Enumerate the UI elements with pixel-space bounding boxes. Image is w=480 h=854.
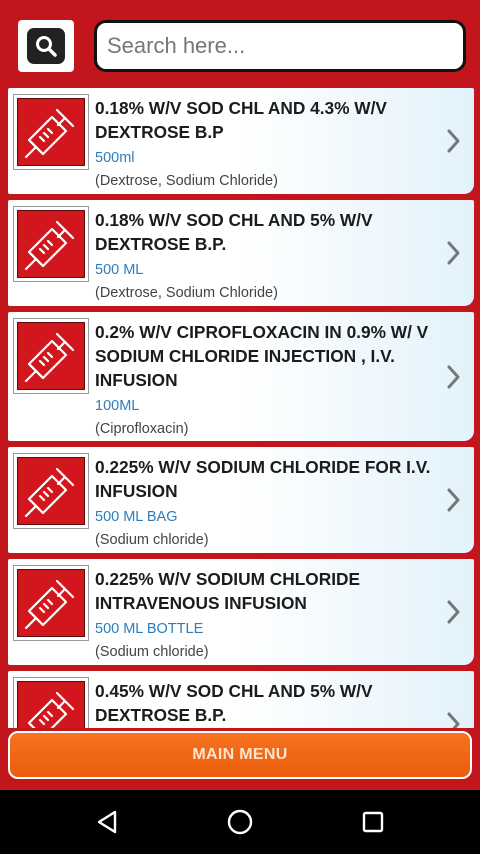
- search-placeholder: Search here...: [107, 33, 246, 58]
- back-icon[interactable]: [87, 804, 127, 840]
- list-item[interactable]: 0.225% W/V SODIUM CHLORIDE FOR I.V. INFU…: [8, 447, 474, 553]
- syringe-icon: [17, 681, 85, 728]
- item-quantity: 500ml: [95, 150, 135, 166]
- item-text: 0.2% W/V CIPROFLOXACIN IN 0.9% W/ V SODI…: [95, 320, 444, 438]
- syringe-icon: [17, 210, 85, 278]
- header: Search here...: [8, 8, 472, 84]
- item-ingredients: (Dextrose, Sodium Chloride): [95, 173, 278, 189]
- item-thumbnail: [13, 206, 89, 282]
- item-title: 0.225% W/V SODIUM CHLORIDE FOR I.V. INFU…: [95, 457, 431, 501]
- item-text: 0.225% W/V SODIUM CHLORIDE FOR I.V. INFU…: [95, 455, 444, 549]
- chevron-right-icon: [447, 600, 460, 624]
- item-title: 0.18% W/V SOD CHL AND 4.3% W/V DEXTROSE …: [95, 98, 387, 142]
- syringe-icon: [17, 569, 85, 637]
- chevron-right-icon: [447, 129, 460, 153]
- search-icon: [27, 28, 65, 64]
- item-title: 0.45% W/V SOD CHL AND 5% W/V DEXTROSE B.…: [95, 681, 373, 725]
- syringe-icon: [17, 457, 85, 525]
- chevron-right-icon: [447, 712, 460, 728]
- syringe-icon: [17, 322, 85, 390]
- list-item[interactable]: 0.2% W/V CIPROFLOXACIN IN 0.9% W/ V SODI…: [8, 312, 474, 441]
- item-quantity: 100ML: [95, 398, 140, 414]
- search-button[interactable]: [18, 20, 74, 72]
- search-input[interactable]: Search here...: [94, 20, 466, 72]
- app-screen: Search here... 0.18% W/V SOD CHL AND 4.3…: [0, 0, 480, 790]
- syringe-icon: [17, 98, 85, 166]
- system-navigation-bar: [0, 790, 480, 854]
- main-menu-label: MAIN MENU: [192, 746, 288, 763]
- list-item[interactable]: 0.18% W/V SOD CHL AND 4.3% W/V DEXTROSE …: [8, 88, 474, 194]
- recent-apps-icon[interactable]: [353, 804, 393, 840]
- item-text: 0.18% W/V SOD CHL AND 4.3% W/V DEXTROSE …: [95, 96, 444, 190]
- main-menu-button[interactable]: MAIN MENU: [8, 731, 472, 779]
- list-item[interactable]: 0.45% W/V SOD CHL AND 5% W/V DEXTROSE B.…: [8, 671, 474, 728]
- item-ingredients: (Sodium chloride): [95, 532, 209, 548]
- item-title: 0.2% W/V CIPROFLOXACIN IN 0.9% W/ V SODI…: [95, 322, 429, 390]
- item-thumbnail: [13, 677, 89, 728]
- item-title: 0.18% W/V SOD CHL AND 5% W/V DEXTROSE B.…: [95, 210, 373, 254]
- item-thumbnail: [13, 318, 89, 394]
- item-ingredients: (Sodium chloride): [95, 644, 209, 660]
- item-quantity: 500 ML BAG: [95, 509, 178, 525]
- item-ingredients: (Dextrose, Sodium Chloride): [95, 285, 278, 301]
- item-text: 0.18% W/V SOD CHL AND 5% W/V DEXTROSE B.…: [95, 208, 444, 302]
- list-item[interactable]: 0.18% W/V SOD CHL AND 5% W/V DEXTROSE B.…: [8, 200, 474, 306]
- medicine-list[interactable]: 0.18% W/V SOD CHL AND 4.3% W/V DEXTROSE …: [8, 88, 474, 728]
- chevron-right-icon: [447, 241, 460, 265]
- item-thumbnail: [13, 94, 89, 170]
- list-item[interactable]: 0.225% W/V SODIUM CHLORIDE INTRAVENOUS I…: [8, 559, 474, 665]
- item-text: 0.225% W/V SODIUM CHLORIDE INTRAVENOUS I…: [95, 567, 444, 661]
- item-ingredients: (Ciprofloxacin): [95, 421, 189, 437]
- item-quantity: 500 ML BOTTLE: [95, 621, 204, 637]
- item-quantity: 500 ML: [95, 262, 144, 278]
- item-title: 0.225% W/V SODIUM CHLORIDE INTRAVENOUS I…: [95, 569, 361, 613]
- chevron-right-icon: [447, 365, 460, 388]
- home-icon[interactable]: [220, 804, 260, 840]
- item-text: 0.45% W/V SOD CHL AND 5% W/V DEXTROSE B.…: [95, 679, 444, 728]
- chevron-right-icon: [447, 488, 460, 512]
- item-thumbnail: [13, 453, 89, 529]
- item-thumbnail: [13, 565, 89, 641]
